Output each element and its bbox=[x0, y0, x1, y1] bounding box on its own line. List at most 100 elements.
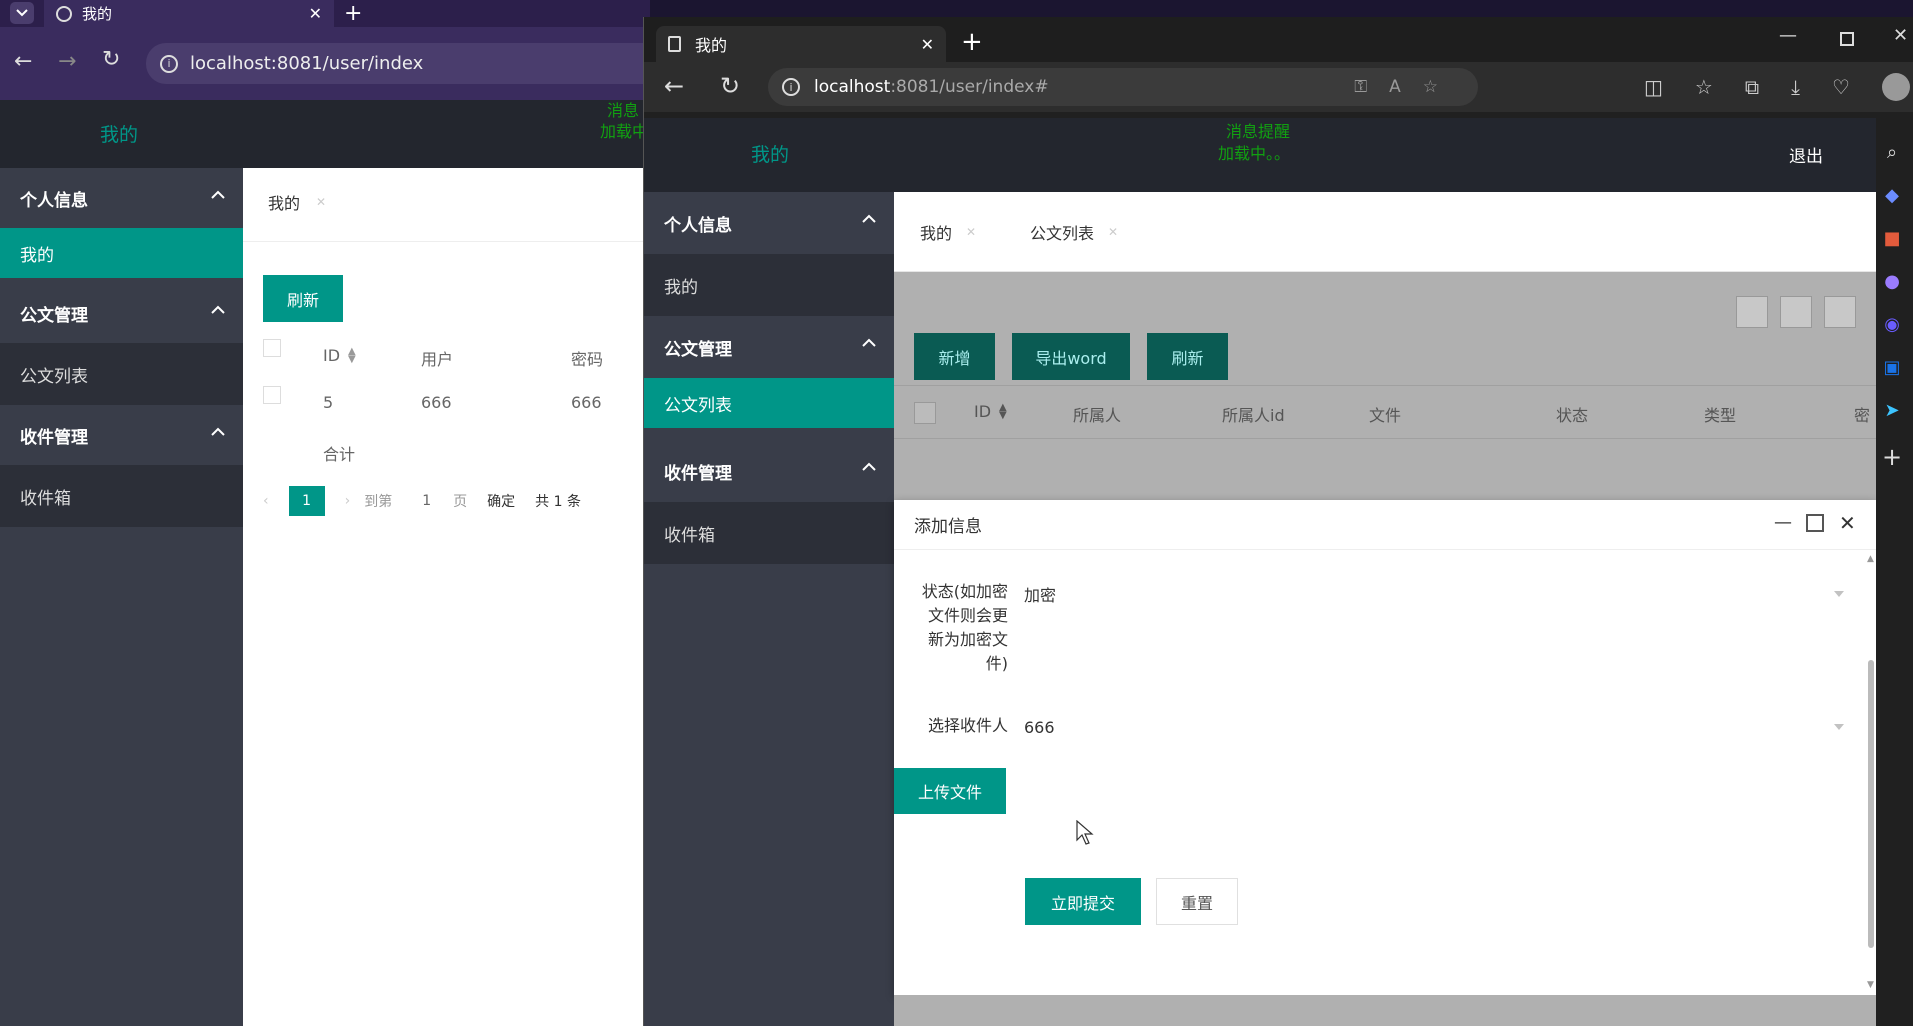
nav-item-inbox[interactable]: 收件箱 bbox=[0, 465, 243, 527]
nav-group-inbox[interactable]: 收件管理 bbox=[644, 440, 894, 502]
nav-item-doc-list[interactable]: 公文列表 bbox=[0, 343, 243, 405]
nav-group-label: 个人信息 bbox=[20, 190, 88, 211]
nav-item-mine[interactable]: 我的 bbox=[0, 228, 243, 278]
performance-icon[interactable]: ♡ bbox=[1832, 75, 1850, 99]
goto-page-input[interactable]: 1 bbox=[422, 493, 431, 509]
address-actions-icons[interactable]: ⚿A☆ bbox=[1354, 77, 1460, 97]
nav-group-personal[interactable]: 个人信息 bbox=[0, 168, 243, 228]
back-arrow-icon[interactable]: ← bbox=[664, 72, 684, 100]
add-icon[interactable]: + bbox=[1882, 443, 1902, 471]
tab-doc-list[interactable]: 公文列表 ✕ bbox=[1030, 220, 1118, 244]
table-header: ID ▲ ▼ 所属人 所属人id 文件 状态 类型 密 bbox=[894, 385, 1876, 439]
nav-group-inbox[interactable]: 收件管理 bbox=[0, 405, 243, 465]
minimize-icon[interactable]: — bbox=[1774, 512, 1792, 533]
close-tab-icon[interactable]: ✕ bbox=[309, 4, 322, 23]
logout-link[interactable]: 退出 bbox=[1789, 142, 1823, 167]
collections-icon[interactable]: ⧉ bbox=[1745, 75, 1759, 99]
scroll-down-icon[interactable]: ▼ bbox=[1867, 980, 1874, 990]
forward-arrow-icon[interactable]: → bbox=[58, 49, 76, 74]
copilot-icon[interactable]: ◉ bbox=[1884, 314, 1900, 335]
column-header-status: 状态 bbox=[1556, 406, 1589, 425]
confirm-button[interactable]: 确定 bbox=[487, 491, 515, 511]
tag-icon[interactable]: ◆ bbox=[1885, 185, 1899, 206]
site-info-icon[interactable]: i bbox=[782, 78, 800, 96]
nav-group-docs[interactable]: 公文管理 bbox=[644, 316, 894, 378]
nav-group-label: 公文管理 bbox=[664, 339, 732, 360]
site-info-icon[interactable]: i bbox=[160, 54, 178, 73]
sort-icon[interactable]: ▲ ▼ bbox=[999, 402, 1007, 420]
close-icon[interactable]: ✕ bbox=[316, 195, 326, 209]
column-header-type: 类型 bbox=[1704, 406, 1737, 425]
nav-item-label: 公文列表 bbox=[20, 366, 88, 387]
tab-title: 我的 bbox=[82, 5, 113, 23]
tab-strip: 我的 ✕ + bbox=[0, 0, 650, 27]
close-icon[interactable]: ✕ bbox=[1108, 225, 1118, 239]
minimize-icon[interactable]: — bbox=[1779, 25, 1797, 46]
export-icon[interactable] bbox=[1780, 296, 1812, 328]
column-header-id[interactable]: ID ▲ ▼ bbox=[974, 402, 1007, 421]
maximize-icon[interactable] bbox=[1840, 32, 1854, 46]
next-page-icon[interactable]: › bbox=[345, 493, 351, 509]
tab-label: 我的 bbox=[920, 224, 953, 243]
prev-page-icon[interactable]: ‹ bbox=[263, 493, 269, 509]
dialog-scrollbar[interactable]: ▲ ▼ bbox=[1866, 552, 1876, 995]
page-current[interactable]: 1 bbox=[288, 486, 325, 516]
favorites-icon[interactable]: ☆ bbox=[1695, 75, 1713, 99]
nav-group-label: 收件管理 bbox=[20, 427, 88, 448]
status-select[interactable]: 加密 bbox=[1024, 576, 1844, 612]
address-bar[interactable]: i localhost :8081/user/index# ⚿A☆ bbox=[768, 68, 1478, 106]
select-all-checkbox[interactable] bbox=[914, 402, 936, 424]
send-icon[interactable]: ➤ bbox=[1885, 400, 1900, 421]
close-icon[interactable]: ✕ bbox=[1839, 511, 1856, 535]
row-checkbox[interactable] bbox=[263, 386, 281, 404]
maximize-icon[interactable] bbox=[1806, 514, 1824, 532]
reload-icon[interactable]: ↻ bbox=[720, 72, 740, 100]
downloads-icon[interactable]: ⤓ bbox=[1791, 75, 1800, 99]
columns-toggle-icon[interactable] bbox=[1736, 296, 1768, 328]
tab-mine[interactable]: 我的 ✕ bbox=[920, 220, 976, 244]
outlook-icon[interactable]: ▣ bbox=[1884, 357, 1901, 378]
reload-icon[interactable]: ↻ bbox=[102, 47, 120, 72]
reset-button[interactable]: 重置 bbox=[1156, 878, 1238, 925]
add-button[interactable]: 新增 bbox=[914, 333, 995, 380]
submit-button[interactable]: 立即提交 bbox=[1025, 878, 1141, 925]
nav-item-inbox[interactable]: 收件箱 bbox=[644, 502, 894, 564]
people-icon[interactable]: ● bbox=[1884, 271, 1900, 292]
browser-tab[interactable]: 我的 ✕ bbox=[44, 0, 334, 27]
new-tab-icon[interactable]: + bbox=[961, 27, 983, 57]
upload-file-button[interactable]: 上传文件 bbox=[894, 768, 1006, 814]
content-tab-mine[interactable]: 我的 ✕ bbox=[268, 190, 326, 214]
refresh-button[interactable]: 刷新 bbox=[263, 275, 343, 322]
close-icon[interactable]: ✕ bbox=[966, 225, 976, 239]
table-cell-user: 666 bbox=[421, 393, 452, 412]
refresh-button[interactable]: 刷新 bbox=[1147, 333, 1228, 380]
print-icon[interactable] bbox=[1824, 296, 1856, 328]
close-window-icon[interactable]: ✕ bbox=[1893, 25, 1908, 46]
split-screen-icon[interactable]: ◫ bbox=[1644, 75, 1663, 99]
browser-tab[interactable]: 我的 ✕ bbox=[656, 26, 946, 62]
mouse-cursor-icon bbox=[1076, 820, 1094, 845]
close-tab-icon[interactable]: ✕ bbox=[921, 35, 934, 54]
nav-item-doc-list[interactable]: 公文列表 bbox=[644, 378, 894, 428]
nav-group-docs[interactable]: 公文管理 bbox=[0, 283, 243, 343]
sort-icon[interactable]: ▲ ▼ bbox=[348, 346, 356, 364]
page-label: 页 bbox=[453, 494, 468, 510]
toolbox-icon[interactable]: ■ bbox=[1884, 228, 1901, 249]
new-tab-icon[interactable]: + bbox=[344, 1, 362, 26]
scroll-up-icon[interactable]: ▲ bbox=[1867, 554, 1874, 564]
nav-group-label: 收件管理 bbox=[664, 463, 732, 484]
scrollbar-thumb[interactable] bbox=[1868, 660, 1874, 948]
address-bar[interactable]: i localhost:8081/user/index bbox=[146, 43, 650, 84]
tab-menu-chevron-icon[interactable] bbox=[10, 2, 34, 24]
column-header-id[interactable]: ID ▲ ▼ bbox=[323, 346, 356, 365]
select-all-checkbox[interactable] bbox=[263, 339, 281, 357]
search-icon[interactable]: ⌕ bbox=[1887, 142, 1897, 163]
nav-item-label: 收件箱 bbox=[20, 488, 71, 509]
export-word-button[interactable]: 导出word bbox=[1012, 333, 1130, 380]
column-label: ID bbox=[974, 402, 992, 421]
nav-item-mine[interactable]: 我的 bbox=[644, 254, 894, 316]
back-arrow-icon[interactable]: ← bbox=[14, 49, 32, 74]
recipient-select[interactable]: 666 bbox=[1024, 709, 1844, 745]
nav-group-personal[interactable]: 个人信息 bbox=[644, 192, 894, 254]
profile-avatar-icon[interactable] bbox=[1881, 73, 1910, 101]
